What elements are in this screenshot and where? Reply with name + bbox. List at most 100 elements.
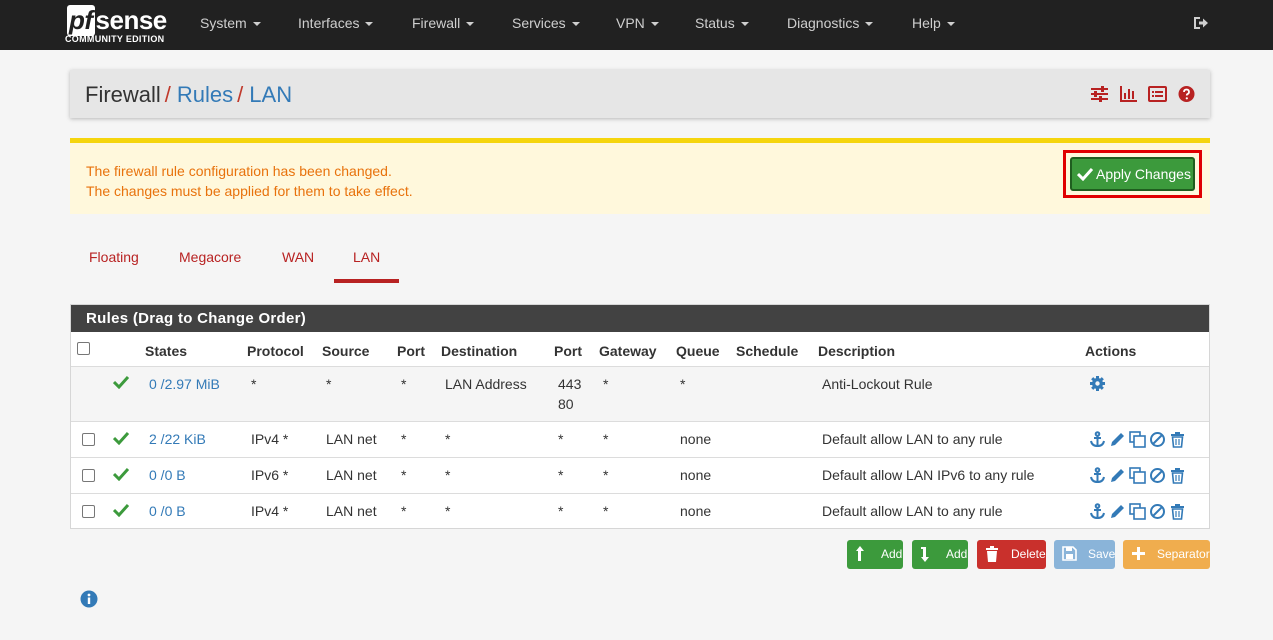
table-row[interactable]: 0 /2.97 MiB * * * LAN Address 443 80 * *… [71,366,1209,421]
level-up-icon [856,546,864,561]
nav-firewall[interactable]: Firewall [412,0,475,50]
states-link[interactable]: 0 /0 B [149,503,186,519]
pencil-icon[interactable] [1109,467,1126,484]
copy-icon[interactable] [1129,503,1146,520]
col-source: Source [322,343,370,359]
question-circle-icon[interactable] [1177,85,1196,103]
cell-gateway: * [603,467,609,483]
list-alt-icon[interactable] [1148,85,1167,103]
sliders-icon[interactable] [1090,85,1109,103]
nav-diagnostics[interactable]: Diagnostics [787,0,874,50]
caret-down-icon [466,22,475,27]
sign-out-icon[interactable] [1192,14,1210,32]
cell-description: Default allow LAN to any rule [822,431,1003,447]
col-actions: Actions [1085,343,1137,359]
anchor-icon[interactable] [1089,431,1106,448]
cell-dest-port: 443 [558,376,582,392]
apply-changes-label: Apply Changes [1096,166,1191,182]
tab-megacore[interactable]: Megacore [179,249,241,265]
logo-edition: COMMUNITY EDITION [65,34,165,44]
active-tab-indicator [334,279,399,283]
cell-protocol: * [251,376,257,392]
ban-icon[interactable] [1149,467,1166,484]
nav-help[interactable]: Help [912,0,955,50]
trash-icon [986,546,998,562]
cell-protocol: IPv4 * [251,503,289,519]
tab-lan[interactable]: LAN [353,249,380,265]
anchor-icon[interactable] [1089,503,1106,520]
delete-label: Delete [1011,547,1046,561]
top-navbar: pf sense COMMUNITY EDITION System Interfa… [0,0,1273,50]
copy-icon[interactable] [1129,467,1146,484]
col-port: Port [397,343,425,359]
config-changed-alert: The firewall rule configuration has been… [70,138,1210,214]
trash-icon[interactable] [1169,431,1186,448]
breadcrumb-separator: / [237,82,244,107]
add-rule-top-button[interactable]: Add [847,540,903,569]
tab-wan[interactable]: WAN [282,249,314,265]
apply-changes-button[interactable]: Apply Changes [1070,157,1195,191]
bar-chart-icon[interactable] [1119,85,1138,103]
pencil-icon[interactable] [1109,431,1126,448]
cell-port: * [401,376,407,392]
cell-destination: * [445,503,451,519]
info-circle-icon[interactable] [80,590,98,608]
caret-down-icon [252,22,261,27]
ban-icon[interactable] [1149,431,1166,448]
cell-dest-port: * [558,431,564,447]
cell-description: Anti-Lockout Rule [822,376,933,392]
trash-icon[interactable] [1169,467,1186,484]
select-all-checkbox[interactable] [77,342,90,355]
cell-protocol: IPv6 * [251,467,289,483]
caret-down-icon [650,22,659,27]
tab-floating[interactable]: Floating [89,249,139,265]
row-select-checkbox[interactable] [82,505,95,518]
cell-destination: * [445,431,451,447]
rules-panel: Rules (Drag to Change Order) States Prot… [70,304,1210,529]
table-row[interactable]: 2 /22 KiB IPv4 * LAN net * * * * none De… [71,421,1209,457]
alert-line-1: The firewall rule configuration has been… [86,163,392,179]
ban-icon[interactable] [1149,503,1166,520]
states-link[interactable]: 2 /22 KiB [149,431,206,447]
nav-interfaces[interactable]: Interfaces [298,0,374,50]
states-link[interactable]: 0 /0 B [149,467,186,483]
check-icon [113,467,129,481]
row-select-checkbox[interactable] [82,433,95,446]
save-order-button[interactable]: Save [1054,540,1115,569]
table-row[interactable]: 0 /0 B IPv6 * LAN net * * * * none Defau… [71,457,1209,493]
cell-source: LAN net [326,503,377,519]
breadcrumb: Firewall / Rules / LAN [85,82,292,108]
row-select-checkbox[interactable] [82,469,95,482]
cell-dest-port: 80 [558,396,574,412]
add-separator-button[interactable]: Separator [1123,540,1210,569]
delete-rules-button[interactable]: Delete [977,540,1046,569]
states-link[interactable]: 0 /2.97 MiB [149,376,220,392]
anchor-icon[interactable] [1089,467,1106,484]
row-actions [1089,431,1186,448]
trash-icon[interactable] [1169,503,1186,520]
caret-down-icon [571,22,580,27]
caret-down-icon [740,22,749,27]
nav-services[interactable]: Services [512,0,580,50]
pencil-icon[interactable] [1109,503,1126,520]
col-gateway: Gateway [599,343,657,359]
breadcrumb-lan[interactable]: LAN [249,82,292,107]
cell-destination: * [445,467,451,483]
nav-status[interactable]: Status [695,0,749,50]
cell-port: * [401,503,407,519]
nav-system[interactable]: System [200,0,261,50]
copy-icon[interactable] [1129,431,1146,448]
add-rule-bottom-button[interactable]: Add [912,540,968,569]
table-row[interactable]: 0 /0 B IPv4 * LAN net * * * * none Defau… [71,493,1209,529]
pfsense-logo[interactable]: pf sense COMMUNITY EDITION [65,5,175,47]
breadcrumb-panel: Firewall / Rules / LAN [70,70,1210,118]
breadcrumb-rules[interactable]: Rules [177,82,233,107]
save-icon [1062,546,1077,561]
gear-icon[interactable] [1089,375,1106,392]
logo-wordmark: pf sense [67,5,167,36]
nav-vpn[interactable]: VPN [616,0,659,50]
cell-destination: LAN Address [445,376,527,392]
cell-gateway: * [603,431,609,447]
cell-queue: * [680,376,686,392]
cell-port: * [401,467,407,483]
